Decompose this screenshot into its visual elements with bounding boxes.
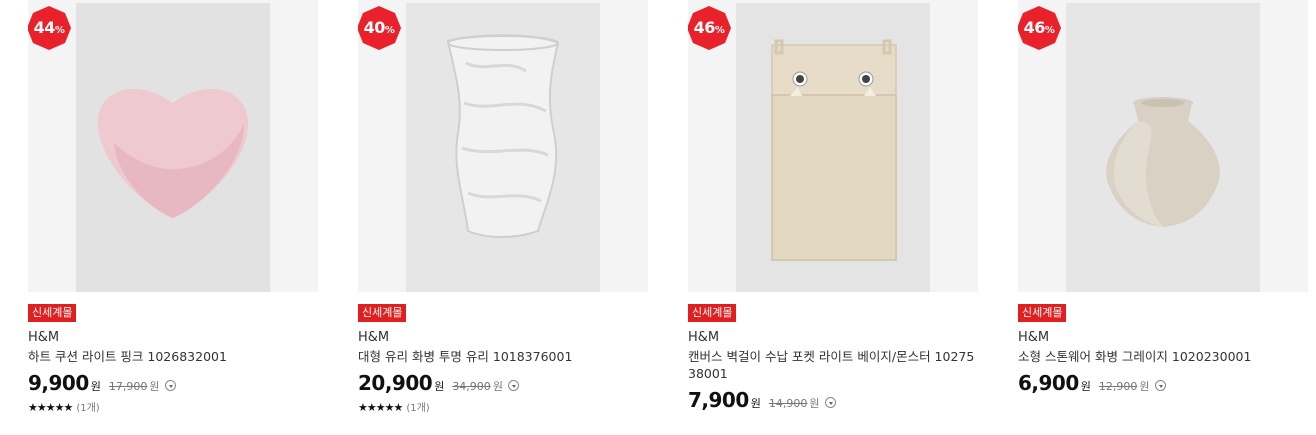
currency: 원 bbox=[1080, 380, 1091, 393]
currency: 원 bbox=[149, 380, 160, 393]
currency: 원 bbox=[809, 397, 820, 410]
product-card[interactable]: 46% 신세계몰 H&M 캔버스 벽걸이 수납 포켓 라이트 베이지/몬스터 1… bbox=[688, 0, 978, 412]
sale-price: 6,900 bbox=[1018, 371, 1079, 395]
product-name[interactable]: 대형 유리 화병 투명 유리 1018376001 bbox=[358, 348, 648, 365]
brand-name: H&M bbox=[28, 330, 60, 345]
product-card[interactable]: 40% 신세계몰 H&M 대형 유리 화병 투명 유리 1018376001 2… bbox=[358, 0, 648, 414]
brand-name: H&M bbox=[358, 330, 390, 345]
sale-price: 20,900 bbox=[358, 371, 433, 395]
product-name[interactable]: 캔버스 벽걸이 수납 포켓 라이트 베이지/몬스터 1027538001 bbox=[688, 348, 980, 382]
info-dropdown-icon[interactable] bbox=[164, 380, 176, 391]
store-tag: 신세계몰 bbox=[688, 304, 737, 322]
store-tag: 신세계몰 bbox=[1018, 304, 1067, 322]
original-price: 34,900 bbox=[452, 380, 491, 393]
star-rating-icon: ★★★★★ bbox=[358, 401, 403, 414]
original-price: 14,900 bbox=[768, 397, 808, 410]
currency: 원 bbox=[434, 380, 445, 393]
brand-name: H&M bbox=[1018, 330, 1050, 345]
rating: ★★★★★ (1개) bbox=[28, 399, 318, 414]
product-photo-stoneware-vase bbox=[1066, 3, 1260, 292]
currency: 원 bbox=[90, 380, 101, 393]
product-name[interactable]: 소형 스톤웨어 화병 그레이지 1020230001 bbox=[1018, 348, 1308, 365]
currency: 원 bbox=[492, 380, 503, 393]
discount-badge: 46% bbox=[1018, 6, 1061, 50]
product-grid: 44% 신세계몰 H&M 하트 쿠션 라이트 핑크 1026832001 9,9… bbox=[0, 0, 1316, 435]
original-price: 17,900 bbox=[108, 380, 148, 393]
price-row: 9,900 원 17,900 원 bbox=[28, 371, 318, 395]
info-dropdown-icon[interactable] bbox=[1154, 380, 1166, 391]
product-photo-wall-pocket bbox=[736, 3, 930, 292]
product-image[interactable]: 44% bbox=[28, 0, 318, 292]
discount-value: 46 bbox=[1023, 18, 1046, 37]
product-image[interactable]: 46% bbox=[688, 0, 978, 292]
price-row: 20,900 원 34,900 원 bbox=[358, 371, 648, 395]
product-card[interactable]: 44% 신세계몰 H&M 하트 쿠션 라이트 핑크 1026832001 9,9… bbox=[28, 0, 318, 414]
rating: ★★★★★ (1개) bbox=[358, 399, 648, 414]
discount-badge: 40% bbox=[358, 6, 401, 50]
discount-value: 44 bbox=[33, 18, 56, 37]
info-dropdown-icon[interactable] bbox=[824, 397, 836, 408]
brand-name: H&M bbox=[688, 330, 720, 345]
info-dropdown-icon[interactable] bbox=[507, 380, 519, 391]
product-photo-heart-cushion bbox=[76, 3, 270, 292]
original-price: 12,900 bbox=[1098, 380, 1138, 393]
discount-value: 46 bbox=[693, 18, 716, 37]
product-image[interactable]: 40% bbox=[358, 0, 648, 292]
currency: 원 bbox=[750, 397, 761, 410]
review-count: (1개) bbox=[76, 403, 100, 414]
product-photo-glass-vase bbox=[406, 3, 600, 292]
store-tag: 신세계몰 bbox=[28, 304, 77, 322]
product-name[interactable]: 하트 쿠션 라이트 핑크 1026832001 bbox=[28, 348, 318, 365]
sale-price: 9,900 bbox=[28, 371, 89, 395]
discount-badge: 46% bbox=[688, 6, 731, 50]
star-rating-icon: ★★★★★ bbox=[28, 401, 73, 414]
review-count: (1개) bbox=[406, 403, 430, 414]
price-row: 6,900 원 12,900 원 bbox=[1018, 371, 1308, 395]
store-tag: 신세계몰 bbox=[358, 304, 407, 322]
discount-value: 40 bbox=[363, 18, 386, 37]
currency: 원 bbox=[1139, 380, 1150, 393]
sale-price: 7,900 bbox=[688, 388, 749, 412]
product-card[interactable]: 46% 신세계몰 H&M 소형 스톤웨어 화병 그레이지 1020230001 … bbox=[1018, 0, 1308, 395]
product-image[interactable]: 46% bbox=[1018, 0, 1308, 292]
discount-badge: 44% bbox=[28, 6, 71, 50]
price-row: 7,900 원 14,900 원 bbox=[688, 388, 978, 412]
